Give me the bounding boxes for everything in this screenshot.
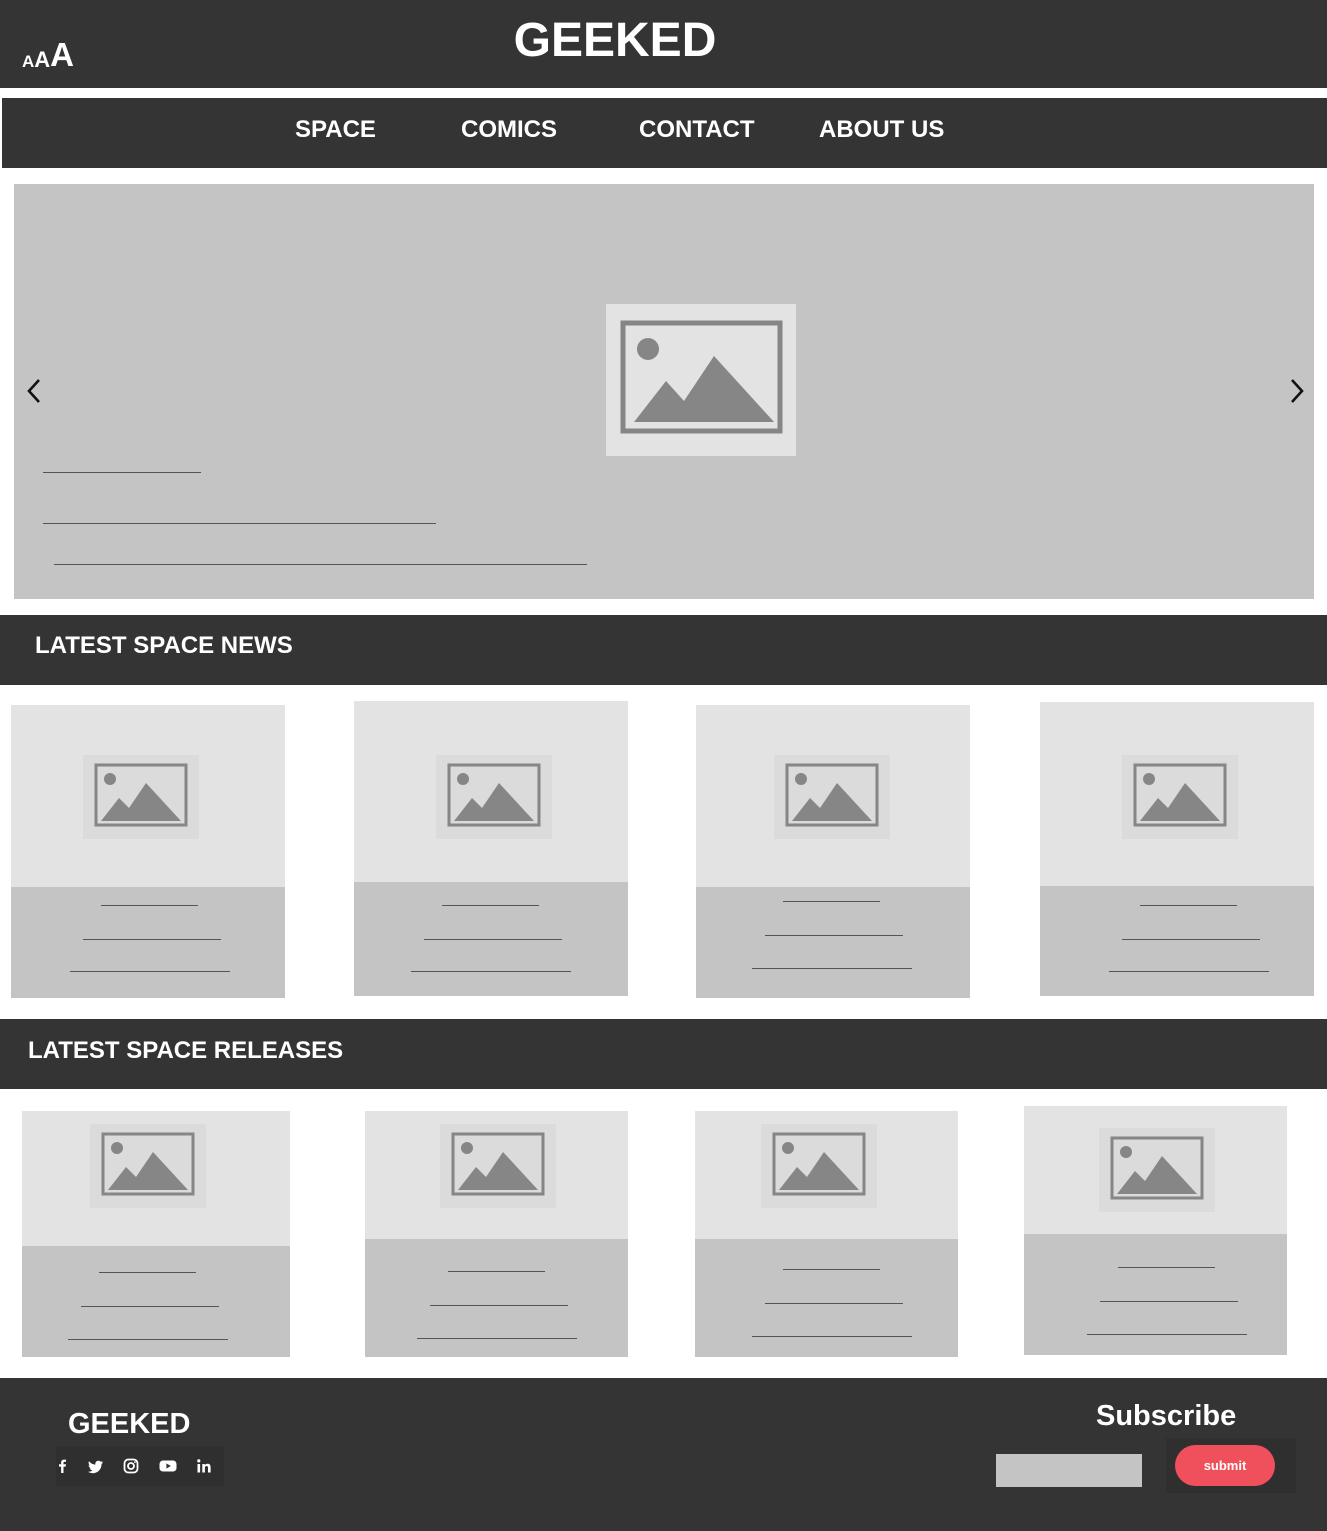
card-image-placeholder bbox=[90, 1124, 206, 1208]
image-icon bbox=[447, 763, 541, 827]
card-image-placeholder bbox=[83, 755, 199, 839]
card-text-line bbox=[101, 905, 198, 906]
card-image-placeholder bbox=[1099, 1128, 1215, 1212]
image-icon bbox=[772, 1132, 866, 1196]
releases-section-title: LATEST SPACE RELEASES bbox=[28, 1037, 344, 1064]
release-card[interactable] bbox=[695, 1111, 958, 1357]
card-text-line bbox=[1100, 1301, 1238, 1302]
nav-item-space[interactable]: SPACE bbox=[295, 116, 376, 144]
card-text-line bbox=[1087, 1334, 1247, 1335]
subscribe-email-input[interactable] bbox=[996, 1454, 1142, 1487]
news-section-title: LATEST SPACE NEWS bbox=[35, 632, 293, 659]
news-card[interactable] bbox=[696, 705, 970, 998]
image-icon bbox=[1133, 763, 1227, 827]
card-image-placeholder bbox=[440, 1124, 556, 1208]
image-icon bbox=[785, 763, 879, 827]
instagram-icon[interactable] bbox=[120, 1455, 142, 1477]
card-text-line bbox=[752, 968, 912, 969]
card-text-line bbox=[765, 1303, 903, 1304]
carousel-prev-arrow-icon[interactable] bbox=[22, 376, 48, 406]
submit-button[interactable]: submit bbox=[1175, 1445, 1275, 1486]
card-text-line bbox=[1109, 971, 1269, 972]
image-icon bbox=[1110, 1136, 1204, 1200]
release-card[interactable] bbox=[365, 1111, 628, 1357]
card-text-line bbox=[411, 971, 571, 972]
subscribe-title: Subscribe bbox=[1096, 1400, 1237, 1432]
footer-logo[interactable]: GEEKED bbox=[68, 1406, 190, 1442]
card-image-placeholder bbox=[761, 1124, 877, 1208]
twitter-icon[interactable] bbox=[85, 1455, 107, 1477]
card-text-line bbox=[1122, 939, 1260, 940]
hero-image-placeholder bbox=[606, 304, 796, 456]
news-card[interactable] bbox=[11, 705, 285, 998]
image-icon bbox=[94, 763, 188, 827]
release-card[interactable] bbox=[1024, 1106, 1287, 1355]
card-text-line bbox=[1118, 1267, 1215, 1268]
release-card[interactable] bbox=[22, 1111, 290, 1357]
nav-item-about-us[interactable]: ABOUT US bbox=[819, 116, 944, 144]
card-image-placeholder bbox=[436, 755, 552, 839]
card-text-line bbox=[424, 939, 562, 940]
site-title[interactable]: GEEKED bbox=[0, 14, 1230, 68]
card-text-line bbox=[1140, 905, 1237, 906]
card-text-line bbox=[783, 901, 880, 902]
hero-text-line bbox=[43, 472, 201, 473]
card-text-line bbox=[68, 1339, 228, 1340]
card-text-line bbox=[783, 1269, 880, 1270]
card-image-placeholder bbox=[1122, 755, 1238, 839]
card-text-line bbox=[81, 1306, 219, 1307]
hero-text-line bbox=[54, 564, 587, 565]
card-text-line bbox=[430, 1305, 568, 1306]
card-text-line bbox=[83, 939, 221, 940]
news-card[interactable] bbox=[354, 701, 628, 996]
image-icon bbox=[451, 1132, 545, 1196]
card-image-placeholder bbox=[774, 755, 890, 839]
card-text-line bbox=[752, 1336, 912, 1337]
card-text-line bbox=[765, 935, 903, 936]
card-text-line bbox=[70, 971, 230, 972]
image-icon bbox=[620, 320, 783, 434]
card-text-line bbox=[417, 1338, 577, 1339]
card-text-line bbox=[99, 1272, 196, 1273]
nav-item-contact[interactable]: CONTACT bbox=[639, 116, 755, 144]
card-text-line bbox=[448, 1271, 545, 1272]
hero-text-line bbox=[43, 523, 436, 524]
card-text-line bbox=[442, 905, 539, 906]
image-icon bbox=[101, 1132, 195, 1196]
news-card[interactable] bbox=[1040, 702, 1314, 996]
nav-item-comics[interactable]: COMICS bbox=[461, 116, 557, 144]
youtube-icon[interactable] bbox=[157, 1455, 179, 1477]
carousel-next-arrow-icon[interactable] bbox=[1283, 376, 1309, 406]
facebook-icon[interactable] bbox=[51, 1455, 73, 1477]
linkedin-icon[interactable] bbox=[193, 1455, 215, 1477]
